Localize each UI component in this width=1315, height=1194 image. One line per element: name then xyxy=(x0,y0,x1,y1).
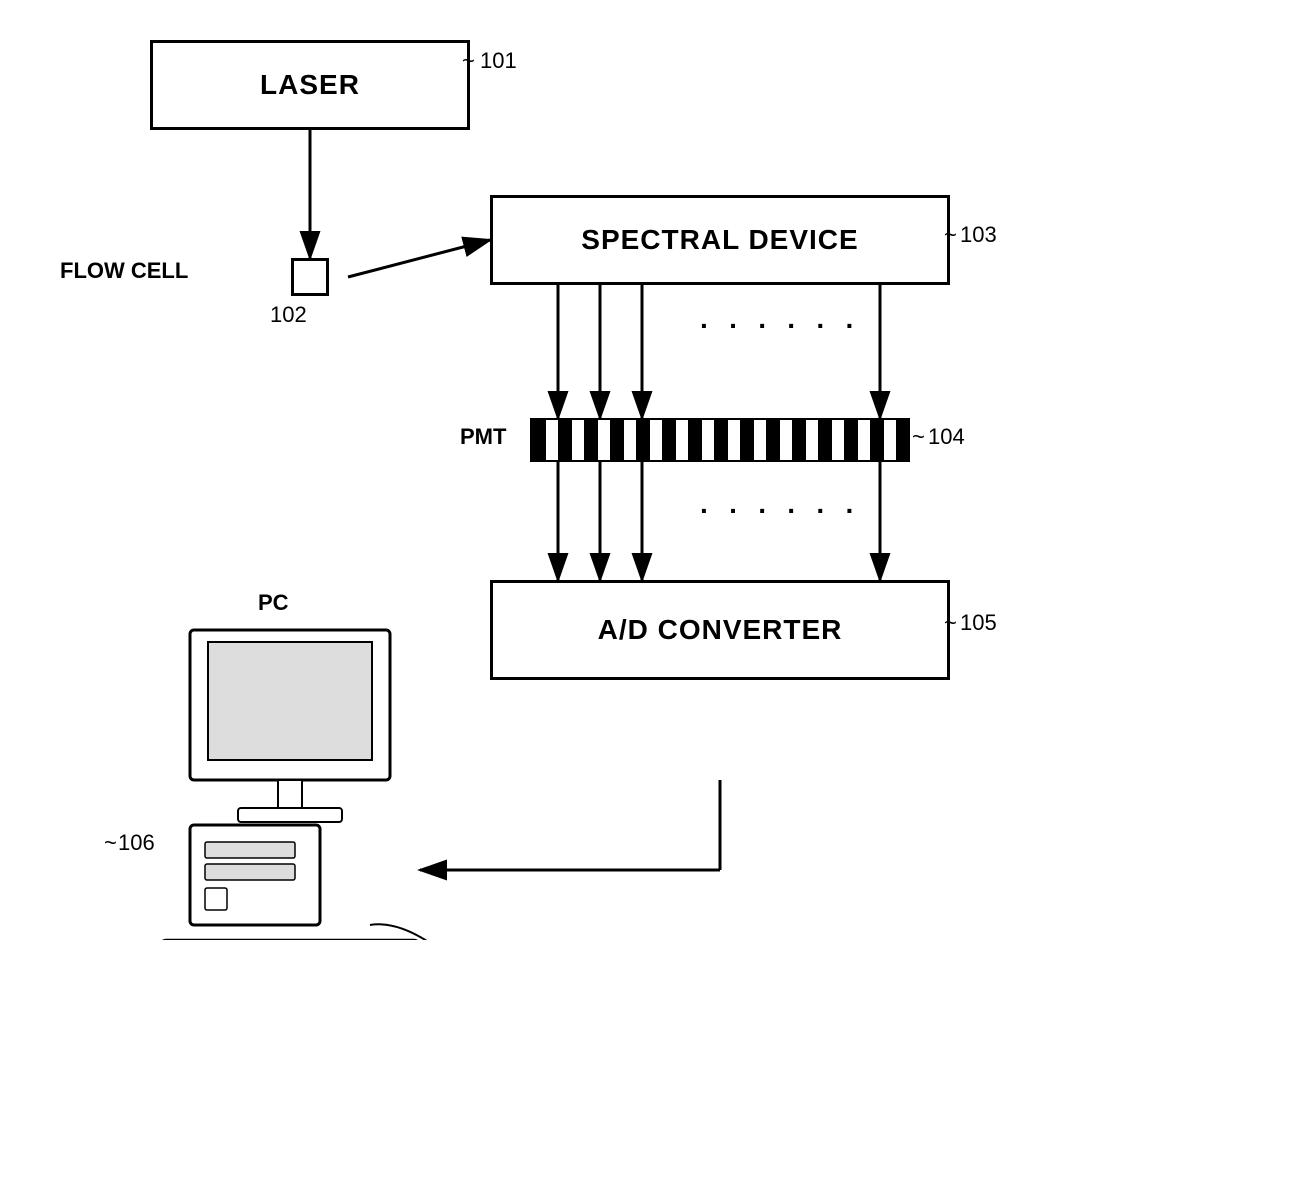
ad-converter-label: A/D CONVERTER xyxy=(598,614,843,646)
spectral-device-tilde: ~ xyxy=(944,222,957,248)
spectral-device-ref: 103 xyxy=(960,222,997,248)
pc-tilde: ~ xyxy=(104,830,117,856)
flow-cell-ref: 102 xyxy=(270,302,307,328)
pmt-ref: 104 xyxy=(928,424,965,450)
pmt-label: PMT xyxy=(460,424,506,450)
dots-top: · · · · · · xyxy=(700,310,861,342)
flow-cell-label: FLOW CELL xyxy=(60,258,188,284)
laser-label: LASER xyxy=(260,69,360,101)
diagram: LASER 101 ~ FLOW CELL 102 SPECTRAL DEVIC… xyxy=(0,0,1315,1194)
pmt-tilde: ~ xyxy=(912,424,925,450)
laser-box: LASER xyxy=(150,40,470,130)
ad-converter-tilde: ~ xyxy=(944,610,957,636)
pc-illustration xyxy=(130,620,450,940)
ad-converter-box: A/D CONVERTER xyxy=(490,580,950,680)
dots-bottom: · · · · · · xyxy=(700,495,861,527)
ad-converter-ref: 105 xyxy=(960,610,997,636)
pc-label: PC xyxy=(258,590,289,616)
pmt-bar xyxy=(530,418,910,462)
spectral-device-box: SPECTRAL DEVICE xyxy=(490,195,950,285)
laser-ref: 101 xyxy=(480,48,517,74)
laser-tilde: ~ xyxy=(462,48,475,74)
spectral-device-label: SPECTRAL DEVICE xyxy=(581,224,858,256)
flow-cell-box xyxy=(291,258,329,296)
